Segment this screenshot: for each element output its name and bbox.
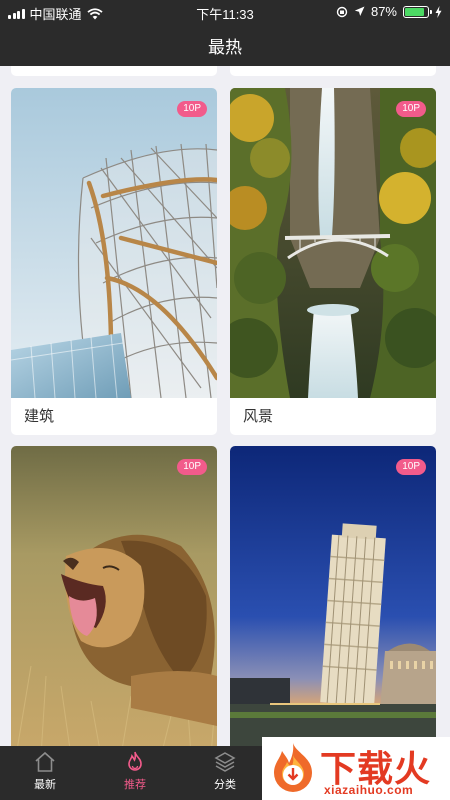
charging-bolt-icon <box>435 5 442 18</box>
watermark-url: xiazaihuo.com <box>324 783 414 797</box>
tab-label: 分类 <box>214 779 236 791</box>
layers-icon <box>214 752 236 772</box>
card-caption: 风景 <box>243 408 274 425</box>
location-icon <box>354 6 365 16</box>
tab-categories[interactable]: 分类 <box>190 750 260 792</box>
wifi-icon <box>86 7 103 19</box>
photo-count-badge: 10P <box>177 101 207 117</box>
tab-label: 推荐 <box>124 779 146 791</box>
tab-label: 最新 <box>34 779 56 791</box>
tab-recommended[interactable]: 推荐 <box>100 750 170 792</box>
page-title: 最热 <box>208 37 242 57</box>
album-card-lion[interactable]: 10P <box>11 446 217 746</box>
album-card-tower[interactable]: 10P <box>230 446 436 746</box>
photo-count-badge: 10P <box>177 459 207 475</box>
battery-percentage: 87% <box>370 4 397 19</box>
home-icon <box>35 751 55 772</box>
album-card-landscape[interactable]: 10P 风景 <box>230 88 436 435</box>
flame-icon <box>128 751 142 771</box>
photo-count-badge: 10P <box>396 101 426 117</box>
partial-card-top-right[interactable] <box>230 66 436 76</box>
photo-count-badge: 10P <box>396 459 426 475</box>
lion-image: 10P <box>11 446 217 746</box>
tab-latest[interactable]: 最新 <box>10 750 80 792</box>
watermark-logo-icon <box>274 743 312 792</box>
watermark: 下载火 xiazaihuo.com <box>262 737 450 800</box>
carrier-name: 中国联通 <box>29 7 82 22</box>
orientation-lock-icon <box>336 6 348 17</box>
signal-strength-icon <box>8 8 25 19</box>
status-bar: 中国联通 下午11:33 87% <box>0 0 450 24</box>
nav-bar: 最热 <box>0 24 450 66</box>
tower-image: 10P <box>230 446 436 746</box>
partial-card-top-left[interactable] <box>11 66 217 76</box>
battery-icon <box>403 5 432 18</box>
wallpaper-grid[interactable]: 10P 建筑 10P 风景 10P 10P <box>0 66 450 746</box>
waterfall-image: 10P <box>230 88 436 398</box>
architecture-image: 10P <box>11 88 217 398</box>
album-card-architecture[interactable]: 10P 建筑 <box>11 88 217 435</box>
card-caption: 建筑 <box>24 408 55 425</box>
